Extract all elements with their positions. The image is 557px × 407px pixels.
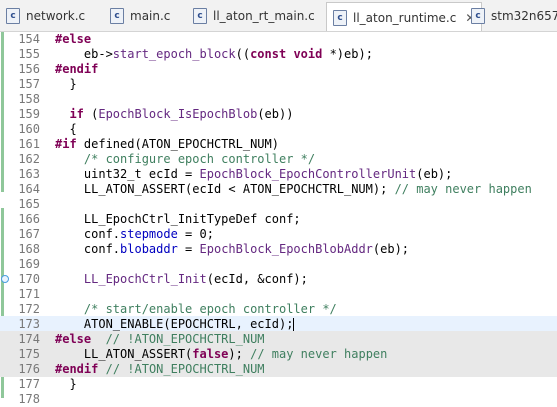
code-text[interactable]: #else — [55, 31, 91, 47]
line-number: 157 — [18, 77, 40, 91]
code-line[interactable]: 173 ATON_ENABLE(EPOCHCTRL, ecId); — [0, 316, 557, 332]
tab-main-c[interactable]: c main.c — [110, 3, 170, 28]
code-line[interactable]: 159 if (EpochBlock_IsEpochBlob(eb)) — [0, 106, 557, 122]
tab-ll-aton-runtime-c[interactable]: c ll_aton_runtime.c ✕ — [326, 2, 483, 31]
code-line[interactable]: 177 } — [0, 376, 557, 392]
tab-label: ll_aton_runtime.c — [353, 10, 457, 25]
code-text[interactable]: #else // !ATON_EPOCHCTRL_NUM — [55, 331, 265, 347]
line-number: 158 — [18, 92, 40, 106]
c-source-file-icon: c — [333, 9, 347, 26]
code-text[interactable]: if (EpochBlock_IsEpochBlob(eb)) — [55, 106, 293, 122]
tab-network-c[interactable]: c network.c — [6, 3, 85, 28]
code-line[interactable]: 166 LL_EpochCtrl_InitTypeDef conf; — [0, 211, 557, 227]
line-number: 176 — [18, 362, 40, 376]
code-text[interactable]: LL_EpochCtrl_InitTypeDef conf; — [55, 211, 301, 227]
c-source-file-icon: c — [110, 7, 124, 24]
code-line[interactable]: 158 — [0, 91, 557, 107]
tab-label: stm32n6570_d — [491, 8, 557, 23]
c-source-file-icon: c — [471, 7, 485, 24]
code-line[interactable]: 160 { — [0, 121, 557, 137]
code-line[interactable]: 174 #else // !ATON_EPOCHCTRL_NUM — [0, 331, 557, 347]
code-line[interactable]: 169 — [0, 256, 557, 272]
code-line[interactable]: 162 /* configure epoch controller */ — [0, 151, 557, 167]
tab-label: network.c — [26, 8, 86, 23]
code-line[interactable]: 155 eb->start_epoch_block((const void *)… — [0, 46, 557, 62]
line-number: 174 — [18, 332, 40, 346]
code-line[interactable]: 175 LL_ATON_ASSERT(false); // may never … — [0, 346, 557, 362]
code-text[interactable]: #endif — [55, 61, 98, 77]
c-source-file-icon: c — [193, 7, 207, 24]
code-line[interactable]: 164 LL_ATON_ASSERT(ecId < ATON_EPOCHCTRL… — [0, 181, 557, 197]
code-text[interactable]: /* start/enable epoch controller */ — [55, 301, 337, 317]
line-number: 166 — [18, 212, 40, 226]
line-number: 160 — [18, 122, 40, 136]
code-line[interactable]: 154 #else — [0, 31, 557, 47]
code-text[interactable]: #if defined(ATON_EPOCHCTRL_NUM) — [55, 136, 279, 152]
code-line[interactable]: 161 #if defined(ATON_EPOCHCTRL_NUM) — [0, 136, 557, 152]
line-number: 165 — [18, 197, 40, 211]
code-text[interactable]: conf.stepmode = 0; — [55, 226, 214, 242]
code-text[interactable]: } — [55, 376, 76, 392]
c-source-file-icon: c — [6, 7, 20, 24]
code-text[interactable]: LL_ATON_ASSERT(false); // may never happ… — [55, 346, 387, 362]
line-number: 154 — [18, 32, 40, 46]
line-number: 161 — [18, 137, 40, 151]
line-number: 159 — [18, 107, 40, 121]
code-line[interactable]: 167 conf.stepmode = 0; — [0, 226, 557, 242]
code-line[interactable]: 163 uint32_t ecId = EpochBlock_EpochCont… — [0, 166, 557, 182]
line-number: 167 — [18, 227, 40, 241]
tab-label: main.c — [130, 8, 171, 23]
editor-tab-bar: c network.c c main.c c ll_aton_rt_main.c… — [0, 0, 557, 32]
code-text[interactable]: /* configure epoch controller */ — [55, 151, 315, 167]
code-editor[interactable]: 154 #else 155 eb->start_epoch_block((const… — [0, 31, 557, 406]
code-text[interactable]: #endif // !ATON_EPOCHCTRL_NUM — [55, 361, 265, 377]
code-line[interactable]: 176 #endif // !ATON_EPOCHCTRL_NUM — [0, 361, 557, 377]
tab-ll-aton-rt-main-c[interactable]: c ll_aton_rt_main.c — [193, 3, 315, 28]
line-number: 155 — [18, 47, 40, 61]
code-text[interactable]: ATON_ENABLE(EPOCHCTRL, ecId); — [55, 316, 295, 332]
annotation-marker-icon[interactable] — [1, 275, 9, 283]
code-text[interactable]: uint32_t ecId = EpochBlock_EpochControll… — [55, 166, 452, 182]
line-number: 178 — [18, 392, 40, 406]
tab-label: ll_aton_rt_main.c — [213, 8, 315, 23]
code-line[interactable]: 157 } — [0, 76, 557, 92]
code-text[interactable]: LL_EpochCtrl_Init(ecId, &conf); — [55, 271, 308, 287]
code-line[interactable]: 178 — [0, 391, 557, 407]
line-number: 156 — [18, 62, 40, 76]
text-caret — [293, 317, 295, 332]
code-text[interactable]: LL_ATON_ASSERT(ecId < ATON_EPOCHCTRL_NUM… — [55, 181, 532, 197]
code-line[interactable]: 156 #endif — [0, 61, 557, 77]
code-text[interactable]: { — [55, 121, 76, 137]
code-text[interactable]: } — [55, 76, 76, 92]
code-text[interactable]: eb->start_epoch_block((const void *)eb); — [55, 46, 373, 62]
line-number: 170 — [18, 272, 40, 286]
code-line[interactable]: 168 conf.blobaddr = EpochBlock_EpochBlob… — [0, 241, 557, 257]
code-text[interactable]: conf.blobaddr = EpochBlock_EpochBlobAddr… — [55, 241, 409, 257]
code-line[interactable]: 165 — [0, 196, 557, 212]
tab-stm32n6570[interactable]: c stm32n6570_d — [471, 3, 557, 28]
code-line[interactable]: 170 LL_EpochCtrl_Init(ecId, &conf); — [0, 271, 557, 287]
line-number: 172 — [18, 302, 40, 316]
line-number: 163 — [18, 167, 40, 181]
line-number: 164 — [18, 182, 40, 196]
line-number: 162 — [18, 152, 40, 166]
line-number: 177 — [18, 377, 40, 391]
code-line[interactable]: 172 /* start/enable epoch controller */ — [0, 301, 557, 317]
code-line[interactable]: 171 — [0, 286, 557, 302]
line-number: 175 — [18, 347, 40, 361]
line-number: 171 — [18, 287, 40, 301]
line-number: 168 — [18, 242, 40, 256]
line-number: 169 — [18, 257, 40, 271]
line-number: 173 — [18, 317, 40, 331]
